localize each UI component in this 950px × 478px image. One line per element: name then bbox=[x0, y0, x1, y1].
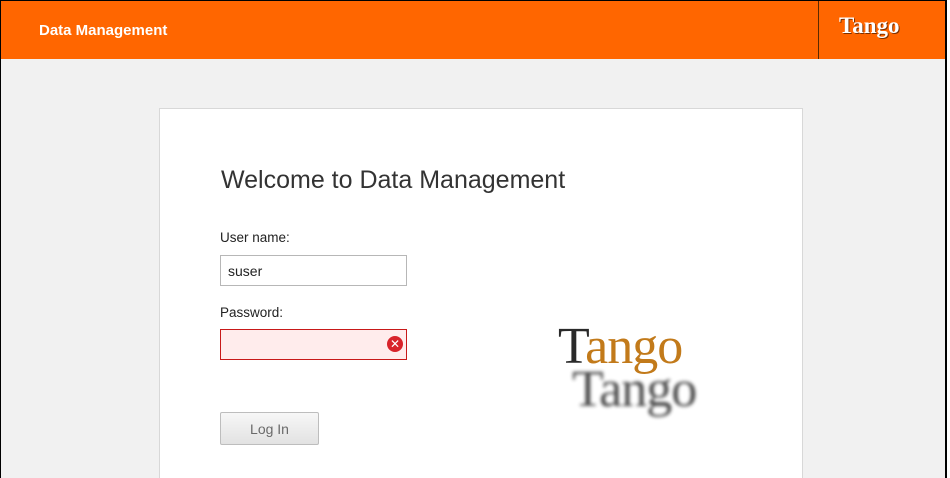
login-card: Welcome to Data Management User name: Pa… bbox=[159, 108, 803, 478]
login-button[interactable]: Log In bbox=[220, 412, 319, 445]
password-field[interactable] bbox=[220, 329, 407, 360]
app-title: Data Management bbox=[39, 22, 168, 39]
username-field[interactable] bbox=[220, 255, 407, 286]
brand-logo: Tango bbox=[839, 13, 900, 38]
brand-box: Tango bbox=[818, 1, 945, 59]
welcome-heading: Welcome to Data Management bbox=[221, 166, 566, 194]
username-label: User name: bbox=[220, 230, 290, 245]
logo-text: Tango bbox=[558, 318, 683, 375]
error-x-icon: ✕ bbox=[387, 336, 403, 352]
app-window: Data Management Tango Welcome to Data Ma… bbox=[0, 0, 947, 478]
password-label: Password: bbox=[220, 305, 284, 320]
tango-logo: Tango Tango bbox=[558, 317, 758, 427]
top-bar: Data Management Tango bbox=[1, 1, 945, 59]
